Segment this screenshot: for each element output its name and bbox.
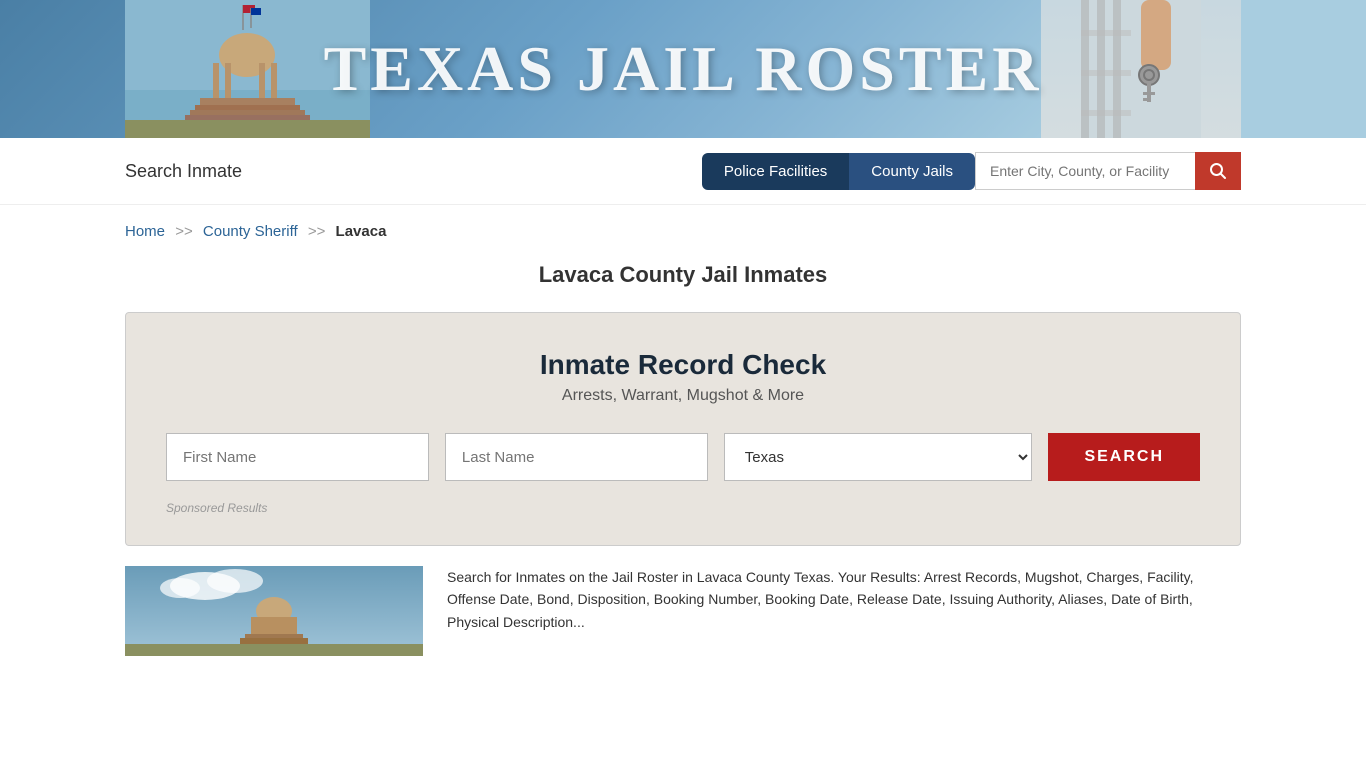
search-icon <box>1209 162 1227 180</box>
breadcrumb-current: Lavaca <box>336 223 387 240</box>
police-facilities-btn[interactable]: Police Facilities <box>702 153 849 190</box>
search-fields: Texas Alabama Alaska Arizona Arkansas Ca… <box>166 433 1200 481</box>
breadcrumb-sep2: >> <box>308 223 326 240</box>
inmate-check-subtitle: Arrests, Warrant, Mugshot & More <box>166 387 1200 405</box>
search-inmate-label: Search Inmate <box>125 161 242 182</box>
breadcrumb: Home >> County Sheriff >> Lavaca <box>0 205 1366 250</box>
facility-search-input[interactable] <box>975 152 1195 190</box>
last-name-input[interactable] <box>445 433 708 481</box>
breadcrumb-county-sheriff[interactable]: County Sheriff <box>203 223 298 240</box>
site-title: Texas Jail Roster <box>324 32 1043 106</box>
page-title: Lavaca County Jail Inmates <box>0 250 1366 312</box>
sponsored-results-label: Sponsored Results <box>166 501 1200 515</box>
breadcrumb-sep1: >> <box>175 223 193 240</box>
keys-image <box>1041 0 1241 138</box>
nav-right: Police Facilities County Jails <box>702 152 1241 190</box>
bottom-image <box>125 566 423 656</box>
first-name-input[interactable] <box>166 433 429 481</box>
breadcrumb-home[interactable]: Home <box>125 223 165 240</box>
facility-search-button[interactable] <box>1195 152 1241 190</box>
header-banner: Texas Jail Roster <box>0 0 1366 138</box>
inmate-check-title: Inmate Record Check <box>166 349 1200 381</box>
state-select[interactable]: Texas Alabama Alaska Arizona Arkansas Ca… <box>724 433 1033 481</box>
inmate-search-card: Inmate Record Check Arrests, Warrant, Mu… <box>125 312 1241 546</box>
nav-bar: Search Inmate Police Facilities County J… <box>0 138 1366 205</box>
bottom-section: Search for Inmates on the Jail Roster in… <box>0 546 1366 656</box>
county-jails-btn[interactable]: County Jails <box>849 153 975 190</box>
inmate-search-button[interactable]: SEARCH <box>1048 433 1200 481</box>
bottom-description: Search for Inmates on the Jail Roster in… <box>423 566 1241 633</box>
